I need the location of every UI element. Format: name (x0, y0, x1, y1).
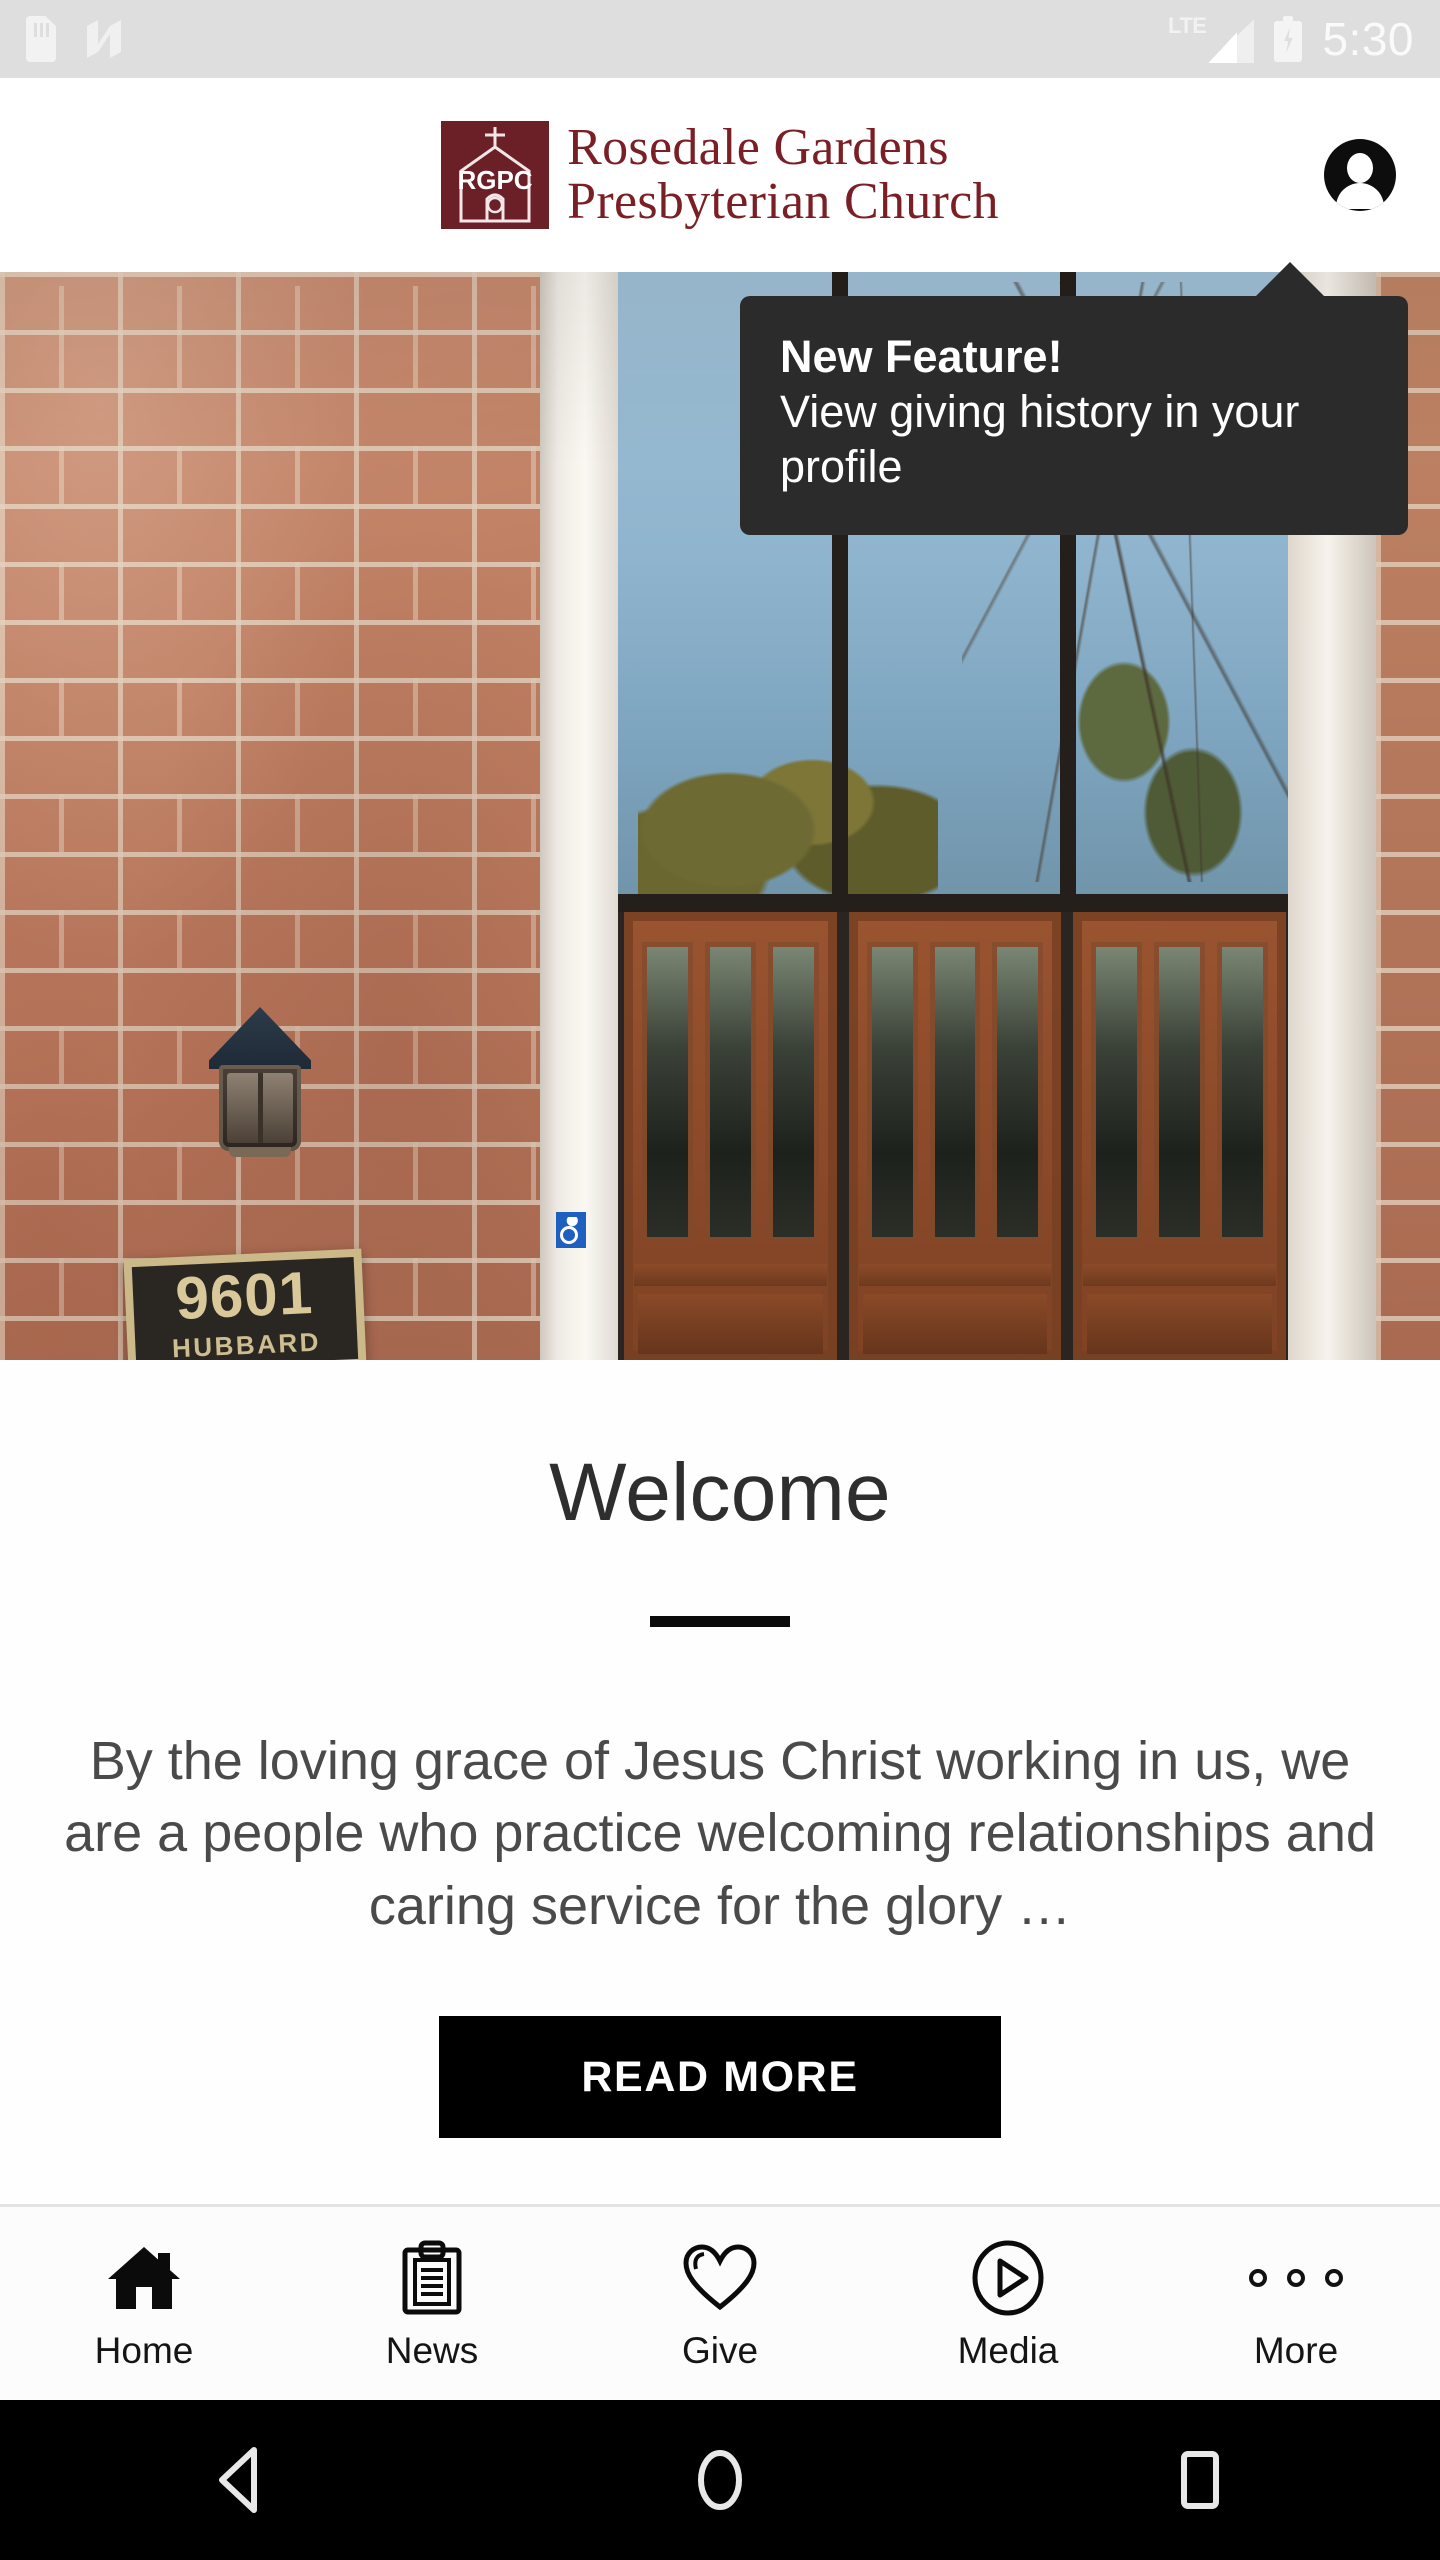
lte-signal-icon: LTE (1168, 13, 1255, 63)
new-feature-tooltip[interactable]: New Feature! View giving history in your… (740, 262, 1408, 535)
heart-icon (682, 2238, 758, 2318)
tab-media[interactable]: Media (864, 2207, 1152, 2400)
tab-media-label: Media (957, 2330, 1059, 2371)
church-logo-icon: RGPC (441, 121, 550, 229)
tab-news-label: News (385, 2330, 479, 2371)
status-bar-right: LTE 5:30 (1168, 12, 1414, 66)
status-bar-left (26, 16, 124, 62)
brand-logo: RGPC Rosedale Gardens Presbyterian Churc… (441, 118, 999, 230)
status-bar-clock: 5:30 (1322, 13, 1414, 65)
address-street: HUBBARD (171, 1326, 322, 1360)
svg-text:RGPC: RGPC (458, 165, 533, 195)
home-icon (106, 2238, 182, 2318)
bottom-tab-bar: Home News Give Media More (0, 2204, 1440, 2400)
more-dots-icon (1249, 2238, 1343, 2318)
brand-line-2: Presbyterian Church (567, 173, 999, 230)
tab-give[interactable]: Give (576, 2207, 864, 2400)
brand-line-1: Rosedale Gardens (567, 118, 949, 176)
tooltip-body: View giving history in your profile (780, 385, 1300, 492)
title-divider (650, 1616, 790, 1627)
status-bar: LTE 5:30 (0, 0, 1440, 78)
lte-label: LTE (1168, 13, 1207, 38)
clipboard-icon (401, 2238, 463, 2318)
app-screen: LTE 5:30 RGPC Rosedale Gardens Presbyter… (0, 0, 1440, 2560)
android-system-nav (0, 2400, 1440, 2560)
address-plaque: 9601 HUBBARD (123, 1248, 367, 1360)
welcome-body-text: By the loving grace of Jesus Christ work… (64, 1731, 1376, 1936)
system-back-button[interactable] (0, 2444, 480, 2516)
wall-lantern-icon (205, 1007, 315, 1157)
brand-wordmark: Rosedale Gardens Presbyterian Church (567, 118, 999, 230)
entrance-door (848, 912, 1062, 1360)
tab-more[interactable]: More (1152, 2207, 1440, 2400)
stone-column-left (540, 272, 622, 1360)
entrance-doors (618, 912, 1292, 1360)
tooltip-title: New Feature! (780, 331, 1063, 382)
address-number: 9601 (173, 1258, 315, 1332)
entrance-door (624, 912, 837, 1360)
android-n-icon (84, 17, 124, 61)
profile-avatar-icon[interactable] (1324, 139, 1396, 211)
tooltip-arrow-icon (1254, 262, 1326, 298)
play-circle-icon (971, 2238, 1045, 2318)
tab-give-label: Give (681, 2330, 759, 2371)
sd-card-icon (26, 16, 56, 62)
tab-news[interactable]: News (288, 2207, 576, 2400)
app-header: RGPC Rosedale Gardens Presbyterian Churc… (0, 78, 1440, 272)
system-home-button[interactable] (480, 2444, 960, 2516)
tab-home-label: Home (94, 2330, 194, 2371)
tab-home[interactable]: Home (0, 2207, 288, 2400)
accessibility-sign-icon (556, 1212, 586, 1248)
tab-more-label: More (1253, 2330, 1339, 2371)
welcome-section: Welcome By the loving grace of Jesus Chr… (0, 1360, 1440, 2200)
system-recents-button[interactable] (960, 2444, 1440, 2516)
page-title: Welcome (549, 1447, 891, 1538)
read-more-button[interactable]: READ MORE (439, 2016, 1001, 2139)
battery-charging-icon (1274, 16, 1303, 62)
entrance-door (1073, 912, 1287, 1360)
